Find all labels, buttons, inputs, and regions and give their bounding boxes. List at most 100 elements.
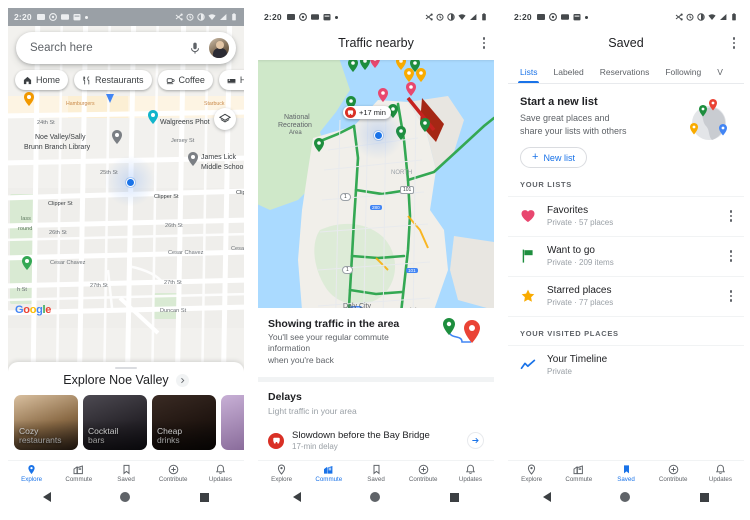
map-pin-green[interactable] bbox=[348, 60, 358, 72]
overflow-menu-icon[interactable] bbox=[729, 290, 732, 302]
back-button[interactable] bbox=[42, 492, 51, 502]
delay-item[interactable]: Slowdown before the Bay Bridge 17-min de… bbox=[258, 422, 494, 460]
overflow-menu-icon[interactable] bbox=[729, 210, 732, 222]
tab-following[interactable]: Following bbox=[665, 60, 701, 83]
home-button[interactable] bbox=[620, 492, 631, 502]
tab-reservations[interactable]: Reservations bbox=[600, 60, 650, 83]
map-pin-library[interactable] bbox=[112, 130, 122, 144]
back-button[interactable] bbox=[542, 492, 551, 502]
map-pin-green[interactable] bbox=[314, 138, 324, 152]
nav-item-contribute[interactable]: Contribute bbox=[650, 464, 697, 483]
tab-bar[interactable]: Lists Labeled Reservations Following V bbox=[508, 60, 744, 84]
explore-card-label-line2: bars bbox=[88, 435, 105, 446]
back-button[interactable] bbox=[292, 492, 301, 502]
explore-card[interactable]: Cheap drinks bbox=[152, 395, 216, 450]
category-chip-hotels[interactable]: Hotels bbox=[218, 70, 244, 90]
nav-item-commute[interactable]: Commute bbox=[555, 464, 602, 483]
map-pin-school[interactable] bbox=[188, 152, 198, 166]
sheet-drag-handle[interactable] bbox=[115, 367, 137, 369]
list-item-meta: Private · 57 places bbox=[547, 218, 614, 228]
bottom-navigation[interactable]: Explore Commute Saved Contribute Updates bbox=[8, 460, 244, 486]
category-chip-restaurants[interactable]: Restaurants bbox=[74, 70, 152, 90]
nav-item-label: Explore bbox=[21, 476, 43, 483]
bottom-navigation[interactable]: Explore Commute Saved Contribute Updates bbox=[258, 460, 494, 486]
map-pin-orange[interactable] bbox=[24, 92, 34, 106]
nav-item-commute[interactable]: Commute bbox=[55, 464, 102, 483]
nav-item-saved[interactable]: Saved bbox=[352, 464, 399, 483]
search-input[interactable]: Search here bbox=[30, 42, 188, 54]
category-chip-home[interactable]: Home bbox=[15, 70, 69, 90]
traffic-delay-badge[interactable]: +17 min bbox=[343, 106, 391, 119]
map-pin-park[interactable] bbox=[22, 256, 32, 270]
tab-lists[interactable]: Lists bbox=[517, 60, 541, 83]
overflow-menu-icon[interactable] bbox=[729, 250, 732, 262]
category-chip-row[interactable]: Home Restaurants Coffee Hotels bbox=[15, 70, 244, 90]
home-button[interactable] bbox=[120, 492, 131, 502]
microphone-icon[interactable] bbox=[188, 41, 202, 55]
explore-bottom-sheet[interactable]: Explore Noe Valley Cozy restaurants Cockta… bbox=[8, 362, 244, 460]
system-navigation-bar[interactable] bbox=[258, 486, 494, 508]
status-bar: 2:20 bbox=[508, 8, 744, 26]
layers-button[interactable] bbox=[214, 108, 236, 130]
nav-item-label: Commute bbox=[315, 476, 343, 483]
location-icon bbox=[548, 13, 557, 21]
traffic-info-card[interactable]: Showing traffic in the area You'll see y… bbox=[258, 307, 494, 460]
explore-sheet-title-row[interactable]: Explore Noe Valley bbox=[8, 373, 244, 387]
explore-card[interactable]: Cozy restaurants bbox=[14, 395, 78, 450]
phone-panel-commute: 2:20 Traffic nearby 101 1 280 1 101 +17 … bbox=[258, 8, 494, 508]
list-item[interactable]: Want to go Private · 209 items bbox=[508, 236, 744, 276]
recents-button[interactable] bbox=[200, 492, 210, 502]
traffic-delay-text: +17 min bbox=[359, 108, 386, 117]
nav-item-updates[interactable]: Updates bbox=[447, 464, 494, 483]
nav-item-updates[interactable]: Updates bbox=[197, 464, 244, 483]
nav-item-explore[interactable]: Explore bbox=[508, 464, 555, 483]
pin-icon bbox=[526, 464, 537, 475]
map-pin-pink[interactable] bbox=[370, 60, 380, 68]
list-item[interactable]: Favorites Private · 57 places bbox=[508, 196, 744, 236]
map-pin-yellow[interactable] bbox=[404, 68, 414, 82]
explore-card-list[interactable]: Cozy restaurants Cocktail bars Cheap drinks bbox=[8, 395, 244, 460]
arrow-right-icon[interactable] bbox=[467, 432, 484, 449]
nav-item-contribute[interactable]: Contribute bbox=[150, 464, 197, 483]
overflow-menu-icon[interactable] bbox=[482, 37, 485, 49]
plus-circle-icon bbox=[668, 464, 679, 475]
bluetooth-share-icon bbox=[425, 13, 433, 21]
nav-item-updates[interactable]: Updates bbox=[697, 464, 744, 483]
recents-button[interactable] bbox=[700, 492, 710, 502]
bottom-navigation[interactable]: Explore Commute Saved Contribute Updates bbox=[508, 460, 744, 486]
explore-card[interactable]: Cocktail bars bbox=[83, 395, 147, 450]
tab-v[interactable]: V bbox=[717, 60, 723, 83]
info-card-subtitle-line2: when you're back bbox=[268, 354, 334, 365]
system-navigation-bar[interactable] bbox=[508, 486, 744, 508]
nav-item-explore[interactable]: Explore bbox=[8, 464, 55, 483]
start-new-list-subtitle-line2: share your lists with others bbox=[520, 126, 627, 137]
list-item[interactable]: Starred places Private · 77 places bbox=[508, 276, 744, 316]
map-pin-pink[interactable] bbox=[406, 82, 416, 96]
map-pin-pink[interactable] bbox=[378, 88, 388, 102]
nav-item-explore[interactable]: Explore bbox=[258, 464, 305, 483]
map-pin-green[interactable] bbox=[420, 118, 430, 132]
avatar[interactable] bbox=[208, 37, 230, 59]
route-pins-illustration bbox=[440, 317, 484, 353]
system-navigation-bar[interactable] bbox=[8, 486, 244, 508]
nav-item-saved[interactable]: Saved bbox=[102, 464, 149, 483]
nav-item-commute[interactable]: Commute bbox=[305, 464, 352, 483]
nav-item-contribute[interactable]: Contribute bbox=[400, 464, 447, 483]
home-button[interactable] bbox=[370, 492, 381, 502]
explore-card[interactable] bbox=[221, 395, 244, 450]
nav-item-label: Contribute bbox=[158, 476, 188, 483]
visited-places-list[interactable]: Your Timeline Private bbox=[508, 345, 744, 385]
tab-labeled[interactable]: Labeled bbox=[553, 60, 583, 83]
map-pin-green[interactable] bbox=[360, 60, 370, 70]
map-pin-yellow[interactable] bbox=[416, 68, 426, 82]
search-bar[interactable]: Search here bbox=[16, 32, 236, 64]
recents-button[interactable] bbox=[450, 492, 460, 502]
nav-item-saved[interactable]: Saved bbox=[602, 464, 649, 483]
map-pin-teal[interactable] bbox=[148, 110, 158, 124]
chevron-right-icon[interactable] bbox=[175, 373, 189, 387]
category-chip-coffee[interactable]: Coffee bbox=[157, 70, 213, 90]
new-list-button[interactable]: + New list bbox=[520, 147, 587, 169]
list-item[interactable]: Your Timeline Private bbox=[508, 345, 744, 385]
saved-lists[interactable]: Favorites Private · 57 places Want to go Pr… bbox=[508, 196, 744, 316]
overflow-menu-icon[interactable] bbox=[732, 37, 735, 49]
